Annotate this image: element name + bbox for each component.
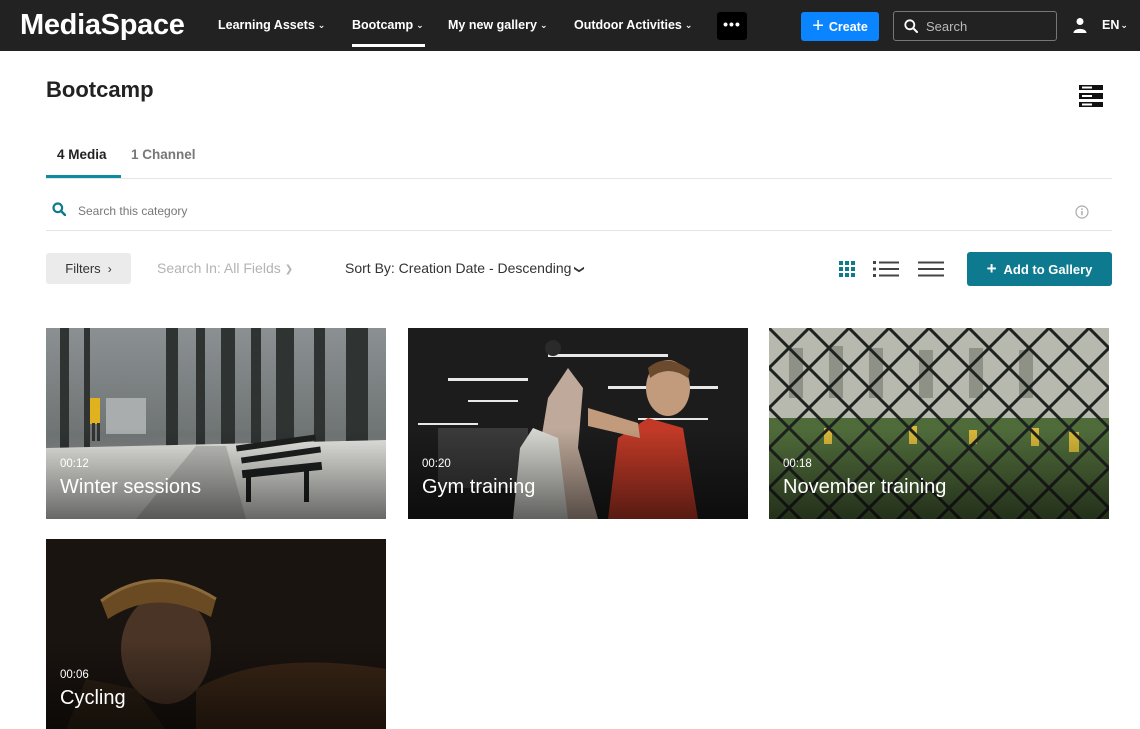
layout-toggle-icon[interactable] bbox=[1079, 85, 1103, 107]
filters-button[interactable]: Filters › bbox=[46, 253, 131, 284]
media-title[interactable]: November training bbox=[783, 476, 946, 499]
plus-icon: + bbox=[986, 259, 997, 278]
thumbnail-overlay bbox=[408, 429, 748, 519]
more-menu-button[interactable]: ••• bbox=[717, 12, 747, 40]
search-in-dropdown[interactable]: Search In: All Fields ❯ bbox=[157, 260, 293, 276]
nav-item-outdoor-activities[interactable]: Outdoor Activities ⌄ bbox=[574, 18, 692, 32]
top-navbar: MediaSpace Learning Assets ⌄ Bootcamp ⌄ My… bbox=[0, 0, 1140, 51]
detailed-list-view-icon[interactable] bbox=[873, 259, 899, 279]
chevron-down-icon: ⌄ bbox=[539, 20, 548, 30]
nav-item-label: My new gallery bbox=[448, 18, 537, 32]
media-duration: 00:06 bbox=[60, 669, 89, 681]
sort-by-dropdown[interactable]: Sort By: Creation Date - Descending ❯ bbox=[345, 260, 586, 276]
category-search-input[interactable]: Search this category bbox=[78, 204, 187, 218]
create-button[interactable]: + Create bbox=[801, 12, 879, 41]
chevron-down-icon: ⌄ bbox=[317, 20, 326, 30]
chevron-right-icon: › bbox=[107, 261, 112, 276]
tab-media[interactable]: 4 Media bbox=[57, 147, 107, 162]
media-card-gym-training[interactable]: 00:20 Gym training bbox=[408, 328, 748, 519]
chevron-down-icon: ⌄ bbox=[684, 20, 693, 30]
info-icon[interactable] bbox=[1075, 205, 1089, 219]
nav-item-bootcamp[interactable]: Bootcamp ⌄ bbox=[352, 18, 424, 32]
chevron-down-icon: ⌄ bbox=[416, 20, 424, 30]
search-placeholder: Search bbox=[926, 18, 968, 34]
compact-list-view-icon[interactable] bbox=[918, 259, 944, 279]
media-title[interactable]: Gym training bbox=[422, 476, 535, 499]
thumbnail-overlay bbox=[46, 640, 386, 729]
media-card-november-training[interactable]: 00:18 November training bbox=[769, 328, 1109, 519]
tab-channel[interactable]: 1 Channel bbox=[131, 147, 196, 162]
media-title[interactable]: Winter sessions bbox=[60, 476, 201, 499]
nav-item-label: Learning Assets bbox=[218, 18, 315, 32]
search-icon bbox=[52, 202, 66, 216]
page-title: Bootcamp bbox=[46, 77, 154, 102]
chevron-down-icon: ❯ bbox=[574, 265, 586, 274]
language-label: EN bbox=[1102, 18, 1120, 32]
add-to-gallery-label: Add to Gallery bbox=[1003, 261, 1093, 277]
nav-item-label: Bootcamp bbox=[352, 18, 414, 32]
add-to-gallery-button[interactable]: + Add to Gallery bbox=[967, 252, 1112, 286]
thumbnail-overlay bbox=[769, 429, 1109, 519]
create-button-label: Create bbox=[828, 19, 868, 34]
global-search-input[interactable]: Search bbox=[893, 11, 1057, 41]
site-logo[interactable]: MediaSpace bbox=[20, 9, 185, 42]
media-title[interactable]: Cycling bbox=[60, 687, 126, 710]
search-icon bbox=[904, 19, 918, 33]
user-icon[interactable] bbox=[1073, 17, 1087, 33]
media-duration: 00:20 bbox=[422, 458, 451, 470]
nav-active-indicator bbox=[352, 44, 425, 47]
nav-item-my-new-gallery[interactable]: My new gallery ⌄ bbox=[448, 18, 547, 32]
media-duration: 00:18 bbox=[783, 458, 812, 470]
plus-icon: + bbox=[812, 14, 824, 37]
grid-view-icon[interactable] bbox=[838, 259, 856, 279]
thumbnail-overlay bbox=[46, 429, 386, 519]
chevron-down-icon: ❯ bbox=[284, 264, 294, 275]
media-duration: 00:12 bbox=[60, 458, 89, 470]
language-selector[interactable]: EN⌄ bbox=[1102, 18, 1128, 32]
media-card-cycling[interactable]: 00:06 Cycling bbox=[46, 539, 386, 729]
search-in-label: Search In: All Fields bbox=[157, 260, 281, 276]
filters-label: Filters bbox=[65, 261, 101, 276]
category-tabs: 4 Media 1 Channel bbox=[46, 146, 1112, 179]
chevron-down-icon: ⌄ bbox=[1120, 20, 1128, 30]
nav-item-learning-assets[interactable]: Learning Assets ⌄ bbox=[218, 18, 325, 32]
sort-by-label: Sort By: Creation Date - Descending bbox=[345, 260, 572, 276]
category-search-bar[interactable]: Search this category bbox=[46, 190, 1112, 231]
media-card-winter-sessions[interactable]: 00:12 Winter sessions bbox=[46, 328, 386, 519]
active-tab-indicator bbox=[46, 175, 121, 178]
nav-item-label: Outdoor Activities bbox=[574, 18, 682, 32]
